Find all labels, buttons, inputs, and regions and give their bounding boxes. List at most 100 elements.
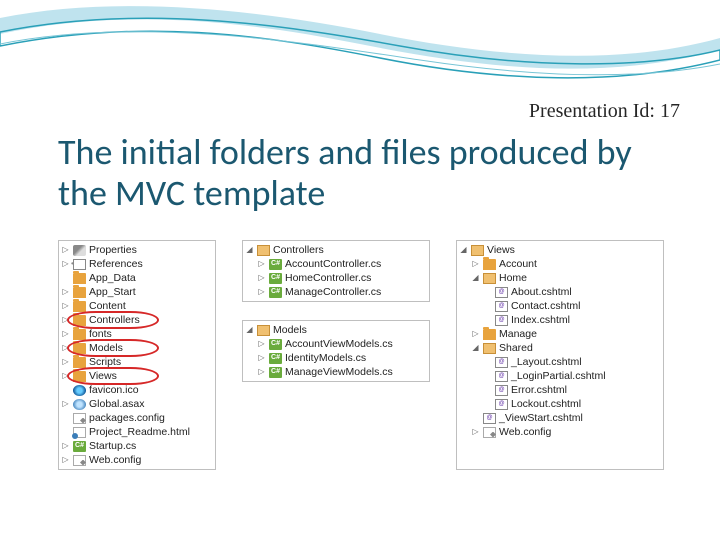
tree-item[interactable]: Contact.cshtml: [459, 299, 659, 313]
tree-item[interactable]: ▷ References: [61, 257, 211, 271]
tree-item-label: Lockout.cshtml: [511, 397, 581, 412]
tree-item-label: Home: [499, 271, 527, 286]
chevron-down-icon: ◢: [459, 246, 468, 255]
cshtml-icon: [495, 385, 508, 396]
tree-item[interactable]: Index.cshtml: [459, 313, 659, 327]
tree-item-label: Account: [499, 257, 537, 272]
cshtml-icon: [495, 287, 508, 298]
refs-icon: [73, 259, 86, 270]
tree-item[interactable]: _ViewStart.cshtml: [459, 411, 659, 425]
tree-item[interactable]: ▷Content: [61, 299, 211, 313]
tree-item[interactable]: ▷ AccountController.cs: [245, 257, 425, 271]
chevron-down-icon: ◢: [471, 274, 480, 283]
tree-item-label: About.cshtml: [511, 285, 572, 300]
tree-item-label: packages.config: [89, 411, 165, 426]
tree-item[interactable]: ▷Web.config: [459, 425, 659, 439]
tree-item[interactable]: ▷Models: [61, 341, 211, 355]
tree-item[interactable]: ▷Startup.cs: [61, 439, 211, 453]
config-icon: [73, 413, 86, 424]
tree-item[interactable]: ▷Scripts: [61, 355, 211, 369]
cshtml-icon: [495, 315, 508, 326]
tree-item[interactable]: ▷App_Start: [61, 285, 211, 299]
tree-item[interactable]: Project_Readme.html: [61, 425, 211, 439]
tree-item-label: References: [89, 257, 143, 272]
chevron-right-icon: ▷: [61, 442, 70, 451]
tree-item-label: Error.cshtml: [511, 383, 567, 398]
globe-icon: [73, 399, 86, 410]
tree-header[interactable]: ◢Models: [245, 323, 425, 337]
cs-icon: [269, 367, 282, 378]
tree-item[interactable]: ▷Manage: [459, 327, 659, 341]
tree-item[interactable]: ▷fonts: [61, 327, 211, 341]
tree-item[interactable]: ▷ManageViewModels.cs: [245, 365, 425, 379]
tree-item-label: ManageController.cs: [285, 285, 381, 300]
project-tree-panel: ▷ Properties ▷ ReferencesApp_Data▷App_Start…: [58, 240, 216, 470]
tree-item[interactable]: packages.config: [61, 411, 211, 425]
chevron-right-icon: ▷: [61, 316, 70, 325]
ico-icon: [73, 385, 86, 396]
presentation-id: Presentation Id: 17: [529, 100, 680, 123]
cs-icon: [269, 287, 282, 298]
tree-item-label: AccountController.cs: [285, 257, 381, 272]
chevron-right-icon: ▷: [61, 246, 70, 255]
tree-item-label: Controllers: [89, 313, 140, 328]
tree-item[interactable]: ▷ Views: [61, 369, 211, 383]
tree-item-label: Views: [89, 369, 117, 384]
tree-item[interactable]: ▷ Controllers: [61, 313, 211, 327]
tree-item[interactable]: ▷Global.asax: [61, 397, 211, 411]
views-tree-panel: ◢ Views ▷ Account ◢ HomeAbout.cshtmlContact.c…: [456, 240, 664, 470]
tree-item[interactable]: ◢Shared: [459, 341, 659, 355]
tree-item-label: Content: [89, 299, 126, 314]
tree-item[interactable]: _Layout.cshtml: [459, 355, 659, 369]
cs-icon: [269, 339, 282, 350]
tree-panels: ▷ Properties ▷ ReferencesApp_Data▷App_Start…: [58, 240, 690, 470]
tree-item[interactable]: Error.cshtml: [459, 383, 659, 397]
chevron-right-icon: ▷: [61, 456, 70, 465]
tree-item[interactable]: ▷IdentityModels.cs: [245, 351, 425, 365]
cshtml-icon: [495, 357, 508, 368]
cs-icon: [269, 273, 282, 284]
chevron-right-icon: ▷: [61, 330, 70, 339]
tree-header[interactable]: ◢Controllers: [245, 243, 425, 257]
tree-item-label: Scripts: [89, 355, 121, 370]
cs-icon: [73, 441, 86, 452]
tree-item-label: _LoginPartial.cshtml: [511, 369, 606, 384]
tree-item-label: Shared: [499, 341, 533, 356]
tree-item-label: Index.cshtml: [511, 313, 570, 328]
folder-icon: [73, 343, 86, 354]
tree-header-label: Views: [487, 243, 515, 258]
chevron-right-icon: ▷: [61, 372, 70, 381]
chevron-down-icon: ◢: [245, 246, 254, 255]
folder-icon: [483, 329, 496, 340]
tree-item-label: Web.config: [89, 453, 141, 468]
tree-item[interactable]: ◢ Home: [459, 271, 659, 285]
tree-item[interactable]: About.cshtml: [459, 285, 659, 299]
cshtml-icon: [483, 413, 496, 424]
chevron-right-icon: ▷: [257, 260, 266, 269]
chevron-right-icon: ▷: [61, 260, 70, 269]
tree-item[interactable]: ▷ Properties: [61, 243, 211, 257]
tree-item-label: HomeController.cs: [285, 271, 371, 286]
tree-item-label: Properties: [89, 243, 137, 258]
tree-item[interactable]: ▷ Account: [459, 257, 659, 271]
tree-item-label: Contact.cshtml: [511, 299, 580, 314]
tree-item-label: Manage: [499, 327, 537, 342]
tree-item-label: Models: [89, 341, 123, 356]
folder-icon: [483, 259, 496, 270]
tree-item[interactable]: favicon.ico: [61, 383, 211, 397]
tree-item-label: _ViewStart.cshtml: [499, 411, 583, 426]
cs-icon: [269, 259, 282, 270]
chevron-right-icon: ▷: [257, 274, 266, 283]
tree-header[interactable]: ◢ Views: [459, 243, 659, 257]
cshtml-icon: [495, 371, 508, 382]
folder-icon: [73, 301, 86, 312]
tree-item[interactable]: ▷ HomeController.cs: [245, 271, 425, 285]
cshtml-icon: [495, 399, 508, 410]
chevron-right-icon: ▷: [471, 260, 480, 269]
tree-item[interactable]: Lockout.cshtml: [459, 397, 659, 411]
tree-item[interactable]: ▷AccountViewModels.cs: [245, 337, 425, 351]
tree-item[interactable]: ▷ Web.config: [61, 453, 211, 467]
tree-item[interactable]: ▷ManageController.cs: [245, 285, 425, 299]
tree-item[interactable]: App_Data: [61, 271, 211, 285]
tree-item[interactable]: _LoginPartial.cshtml: [459, 369, 659, 383]
